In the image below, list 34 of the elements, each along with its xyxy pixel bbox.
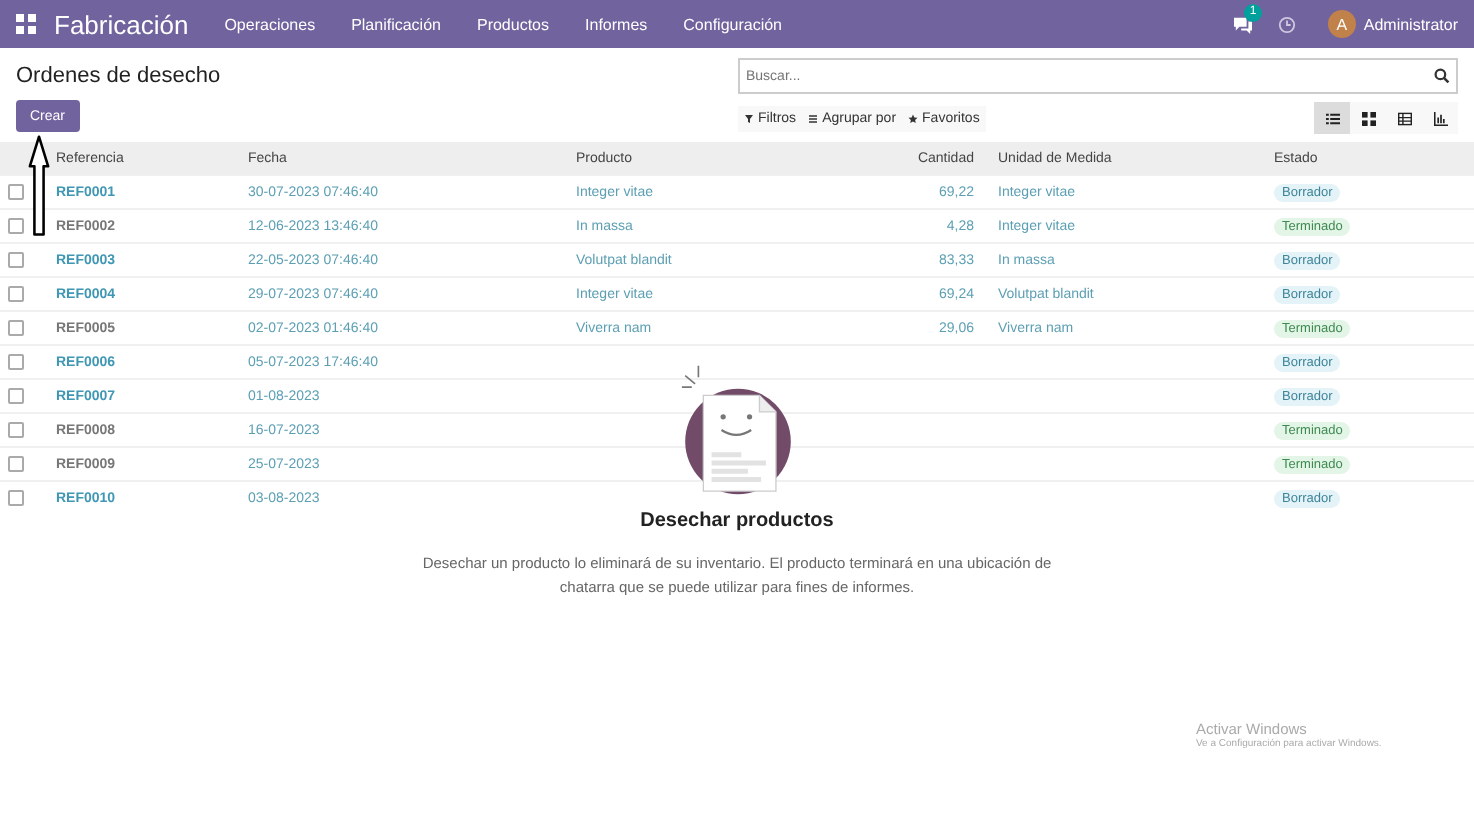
apps-menu-icon[interactable] [16,14,36,34]
row-checkbox[interactable] [8,252,24,268]
row-checkbox[interactable] [8,388,24,404]
row-checkbox[interactable] [8,320,24,336]
menu-item[interactable]: Planificación [351,15,441,33]
row-checkbox[interactable] [8,490,24,506]
page-title: Ordenes de desecho [16,64,221,88]
row-checkbox[interactable] [8,286,24,302]
list-view-button[interactable] [1314,102,1350,134]
menu-item[interactable]: Operaciones [224,15,316,33]
up-arrow-icon [28,134,50,238]
chat-icon[interactable] [1231,15,1254,33]
row-checkbox[interactable] [8,184,24,200]
table-icon[interactable] [1397,111,1411,125]
bar-chart-icon[interactable] [1433,111,1447,125]
app-name[interactable]: Fabricación [54,9,189,39]
kanban-view-button[interactable] [1350,102,1386,134]
clock-icon[interactable] [1277,15,1296,33]
row-checkbox[interactable] [8,354,24,370]
star-icon[interactable] [908,113,919,123]
row-checkbox[interactable] [8,218,24,234]
lines-icon[interactable] [808,113,819,123]
funnel-icon[interactable] [744,113,754,123]
graph-view-button[interactable] [1422,102,1458,134]
user-name[interactable]: Administrator [1363,15,1458,33]
list-icon[interactable] [1325,111,1339,125]
menu-item[interactable]: Configuración [683,15,783,33]
user-avatar[interactable]: A [1327,10,1356,38]
grid-icon[interactable] [1361,111,1375,125]
empty-state-title: Desechar productos [640,510,834,532]
menu-item[interactable]: Productos [476,15,550,33]
row-checkbox[interactable] [8,456,24,472]
menu-item[interactable]: Informes [585,15,648,33]
row-checkbox[interactable] [8,422,24,438]
